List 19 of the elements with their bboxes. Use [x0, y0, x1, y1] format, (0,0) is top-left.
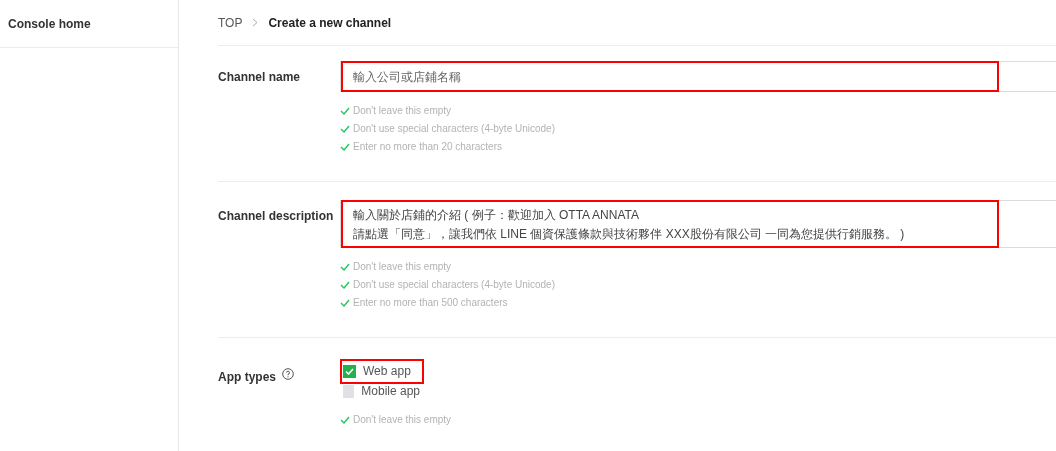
field-label: Channel description — [218, 208, 334, 225]
checkbox[interactable] — [343, 384, 355, 398]
field-label: Channel name — [218, 69, 301, 86]
help-icon[interactable] — [282, 368, 294, 380]
validation-hint: Don't leave this empty — [353, 260, 452, 273]
validation-hint: Enter no more than 20 characters — [353, 140, 502, 153]
validation-hint: Don't leave this empty — [353, 413, 452, 426]
field-label: App types — [218, 369, 276, 386]
validation-hint: Don't use special characters (4-byte Unicode) — [353, 122, 555, 135]
chevron-icon — [252, 18, 259, 27]
checkbox-label: Mobile app — [361, 383, 420, 400]
breadcrumb-current: Create a new channel — [268, 14, 392, 32]
checkbox-label: Web app — [363, 363, 411, 380]
validation-hint: Enter no more than 500 characters — [353, 296, 508, 309]
sidebar-item[interactable]: Console home — [0, 0, 178, 48]
validation-hint: Don't use special characters (4-byte Unicode) — [353, 278, 555, 291]
checkbox[interactable] — [343, 364, 356, 378]
breadcrumb-link[interactable]: TOP — [218, 13, 243, 32]
validation-hint: Don't leave this empty — [353, 104, 452, 117]
